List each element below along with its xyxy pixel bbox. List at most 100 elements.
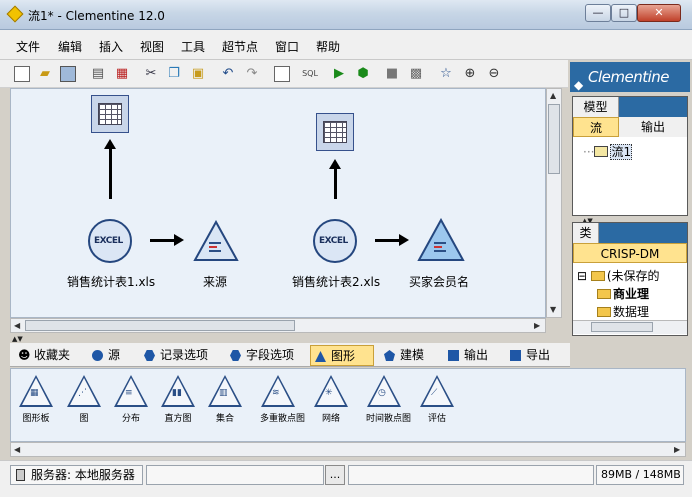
scroll-right-icon[interactable]: ▶ (674, 445, 680, 454)
status-more-button[interactable]: ... (325, 465, 345, 485)
tab-crisp-dm[interactable]: CRISP-DM (573, 243, 687, 263)
right-panel: ◆ Clementine 模型 流 输出 ··· 流1 ▲▼ 类 CRISP-DM … (568, 60, 692, 336)
tree-item-data[interactable]: 数据理 (597, 303, 649, 320)
stop-icon[interactable]: ■ (384, 66, 400, 82)
scroll-left-icon[interactable]: ◀ (14, 445, 20, 454)
project-horizontal-scrollbar[interactable] (573, 320, 687, 334)
canvas-vertical-scrollbar[interactable]: ▲ ▼ (546, 88, 562, 318)
zoom-in-icon[interactable]: ⊕ (462, 66, 478, 82)
connector-right-1 (150, 234, 184, 246)
title-bar: 流1* - Clementine 12.0 — □ ✕ (0, 0, 692, 30)
tab-streams[interactable]: 流 (573, 117, 619, 137)
palette-collection[interactable]: ▥ 集合 (207, 375, 243, 424)
palette-horizontal-scrollbar[interactable]: ◀ ▶ (10, 442, 686, 457)
tab-record-ops[interactable]: 记录选项 (140, 345, 208, 366)
print-icon[interactable]: ▤ (90, 66, 106, 82)
palette-timeplot[interactable]: ◷ 时间散点图 (366, 375, 412, 424)
palette-plot[interactable]: ⋰ 图 (66, 375, 102, 424)
menu-edit[interactable]: 编辑 (58, 38, 82, 55)
tab-label: 图形 (331, 349, 356, 363)
palette-label: 时间散点图 (366, 414, 412, 424)
sql-icon[interactable]: SQL (302, 66, 318, 82)
run-selection-icon[interactable]: ⬢ (355, 66, 371, 82)
menu-tools[interactable]: 工具 (181, 38, 205, 55)
server-icon (16, 469, 25, 481)
scroll-left-icon[interactable]: ◀ (14, 321, 20, 330)
palette-web[interactable]: ✳ 网络 (313, 375, 349, 424)
menu-view[interactable]: 视图 (140, 38, 164, 55)
stream-canvas[interactable]: EXCEL 销售统计表1.xls 来源 EXCEL 销售统计表2.xls 买家会… (10, 88, 546, 318)
open-folder-icon[interactable]: ▰ (37, 66, 53, 82)
palette-evaluation[interactable]: ⟋ 评估 (419, 375, 455, 424)
palette-distribution[interactable]: ≡ 分布 (113, 375, 149, 424)
tree-root[interactable]: ⊟ (未保存的 (577, 267, 660, 284)
type-node-2[interactable] (417, 218, 465, 262)
tab-models[interactable]: 模型 (573, 97, 619, 117)
tab-favorites[interactable]: ☻ 收藏夹 (14, 345, 70, 366)
square-icon (510, 350, 521, 361)
splitter-arrows-icon[interactable]: ▲▼ (12, 335, 23, 343)
tab-label: 导出 (526, 348, 551, 362)
properties-icon[interactable] (274, 66, 290, 82)
menu-insert[interactable]: 插入 (99, 38, 123, 55)
vertical-scroll-thumb[interactable] (548, 104, 560, 174)
copy-icon[interactable]: ❐ (166, 66, 182, 82)
star-icon[interactable]: ☆ (438, 66, 454, 82)
save-icon[interactable] (60, 66, 76, 82)
tab-graphs[interactable]: 图形 (310, 345, 374, 366)
folder-icon (597, 307, 611, 317)
undo-icon[interactable]: ↶ (220, 66, 236, 82)
hexagon-icon (230, 350, 241, 361)
tab-classes[interactable]: 类 (573, 223, 599, 243)
table-output-node-2[interactable] (316, 113, 354, 151)
palette-graphboard[interactable]: ▦ 图形板 (18, 375, 54, 424)
tree-item-business[interactable]: 商业理 (597, 285, 649, 302)
menu-help[interactable]: 帮助 (316, 38, 340, 55)
menu-file[interactable]: 文件 (16, 38, 40, 55)
menu-window[interactable]: 窗口 (275, 38, 299, 55)
connector-up-1 (104, 139, 116, 199)
run-icon[interactable]: ▶ (331, 66, 347, 82)
scroll-down-icon[interactable]: ▼ (550, 305, 556, 314)
status-field (146, 465, 324, 485)
project-scroll-thumb[interactable] (591, 322, 653, 332)
redo-icon[interactable]: ↷ (244, 66, 260, 82)
tab-field-ops[interactable]: 字段选项 (226, 345, 294, 366)
palette-label: 集合 (215, 414, 234, 424)
tab-label: 字段选项 (246, 348, 295, 362)
palette-label: 直方图 (164, 414, 192, 424)
table-output-node-1[interactable] (91, 95, 129, 133)
toolbar: ▰ ▤ ▦ ✂ ❐ ▣ ↶ ↷ SQL ▶ ⬢ ■ ▩ ☆ ⊕ ⊖ (0, 60, 570, 88)
export-icon[interactable]: ▦ (114, 66, 130, 82)
excel-source-node-1[interactable]: EXCEL (88, 219, 132, 263)
tab-modeling[interactable]: 建模 (380, 345, 424, 366)
menu-supernode[interactable]: 超节点 (222, 38, 258, 55)
canvas-horizontal-scrollbar[interactable]: ◀ ▶ (10, 318, 546, 333)
server-status[interactable]: 服务器: 本地服务器 (10, 465, 143, 485)
close-button[interactable]: ✕ (637, 4, 681, 22)
tab-outputs[interactable]: 输出 (619, 117, 687, 137)
tab-header-fill (619, 97, 687, 117)
preview-icon[interactable]: ▩ (408, 66, 424, 82)
maximize-button[interactable]: □ (611, 4, 637, 22)
stream-list-item[interactable]: ··· 流1 (583, 143, 633, 160)
tab-sources[interactable]: 源 (88, 345, 120, 366)
type-node-1[interactable] (193, 220, 239, 262)
node-label-type-2: 买家会员名 (409, 275, 470, 289)
horizontal-scroll-thumb[interactable] (25, 320, 295, 331)
paste-icon[interactable]: ▣ (190, 66, 206, 82)
scroll-up-icon[interactable]: ▲ (550, 91, 556, 100)
excel-source-node-2[interactable]: EXCEL (313, 219, 357, 263)
tab-output[interactable]: 输出 (444, 345, 488, 366)
histogram-icon: ▮▮ (172, 388, 182, 398)
zoom-out-icon[interactable]: ⊖ (486, 66, 502, 82)
palette-multiplot[interactable]: ≋ 多重散点图 (260, 375, 305, 424)
cut-icon[interactable]: ✂ (143, 66, 159, 82)
minimize-button[interactable]: — (585, 4, 611, 22)
manager-pane: 模型 流 输出 ··· 流1 (572, 96, 688, 216)
tab-label: 源 (108, 348, 121, 362)
palette-histogram[interactable]: ▮▮ 直方图 (160, 375, 196, 424)
new-stream-icon[interactable] (14, 66, 30, 82)
scroll-right-icon[interactable]: ▶ (534, 321, 540, 330)
tab-export[interactable]: 导出 (506, 345, 550, 366)
